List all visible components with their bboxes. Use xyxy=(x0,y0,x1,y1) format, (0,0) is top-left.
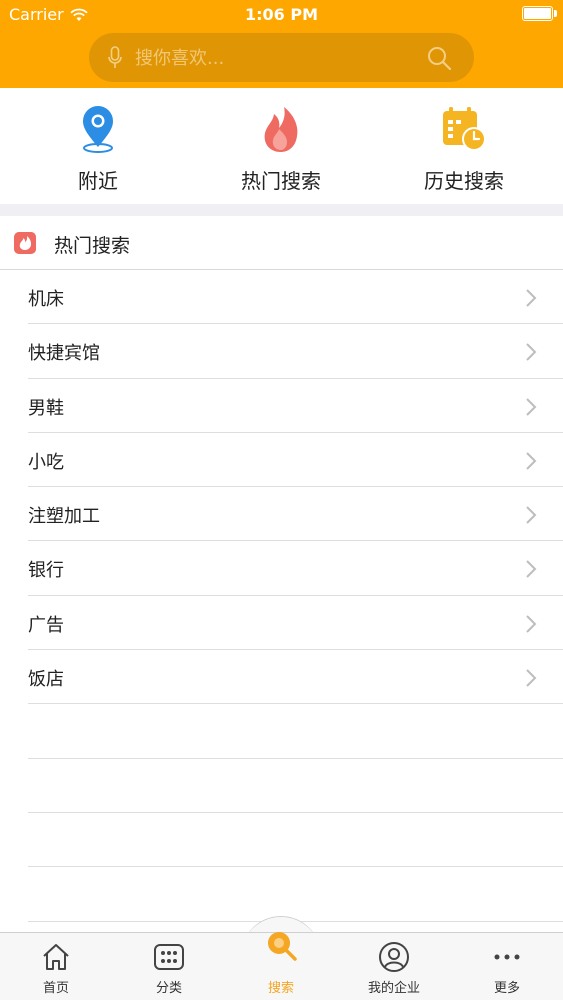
list-item[interactable]: 注塑加工 xyxy=(0,487,563,542)
quick-history-search[interactable]: 历史搜索 xyxy=(370,88,558,204)
quick-hot-search-label: 热门搜索 xyxy=(241,169,321,193)
tab-category-label: 分类 xyxy=(155,981,182,996)
home-icon xyxy=(43,944,69,970)
hot-search-title: 热门搜索 xyxy=(54,235,131,257)
list-item-label: 小吃 xyxy=(28,451,64,473)
calendar-clock-icon xyxy=(443,107,486,151)
quick-history-search-label: 历史搜索 xyxy=(424,169,504,193)
empty-row xyxy=(0,813,563,868)
list-item[interactable]: 小吃 xyxy=(0,433,563,488)
battery-tip xyxy=(554,10,557,17)
empty-row xyxy=(0,759,563,814)
chevron-right-icon xyxy=(526,397,537,416)
header: Carrier 1:06 PM xyxy=(0,0,563,88)
search-icon xyxy=(268,932,297,961)
tab-more[interactable]: 更多 xyxy=(451,933,563,1000)
grid-dots-icon xyxy=(154,944,184,970)
chevron-right-icon xyxy=(526,343,537,362)
list-item-label: 银行 xyxy=(28,560,64,582)
tab-my-company-label: 我的企业 xyxy=(367,981,420,996)
chevron-right-icon xyxy=(526,506,537,524)
list-item-label: 快捷宾馆 xyxy=(28,343,100,365)
location-pin-icon xyxy=(83,106,113,153)
list-item[interactable]: 机床 xyxy=(0,270,563,325)
list-item[interactable]: 饭店 xyxy=(0,650,563,705)
list-item-label: 广告 xyxy=(28,614,64,636)
tab-bar: 首页 分类 搜索 我的企业 更多 xyxy=(0,932,563,1000)
tab-category[interactable]: 分类 xyxy=(113,933,225,1000)
search-icon[interactable] xyxy=(426,45,452,71)
list-item[interactable]: 银行 xyxy=(0,541,563,597)
search-input[interactable] xyxy=(135,43,415,73)
section-divider xyxy=(0,204,563,216)
chevron-right-icon xyxy=(526,289,537,307)
quick-nearby-label: 附近 xyxy=(78,169,118,193)
tab-my-company[interactable]: 我的企业 xyxy=(338,933,450,1000)
list-item[interactable]: 快捷宾馆 xyxy=(0,324,563,379)
status-bar: Carrier 1:06 PM xyxy=(0,0,563,30)
tab-more-label: 更多 xyxy=(493,981,520,996)
user-icon xyxy=(379,942,409,972)
tab-home-label: 首页 xyxy=(42,981,69,996)
tab-search-label: 搜索 xyxy=(267,981,294,996)
chevron-right-icon xyxy=(526,669,537,687)
flame-icon xyxy=(264,107,298,152)
chevron-right-icon xyxy=(526,615,537,633)
list-item[interactable]: 男鞋 xyxy=(0,379,563,434)
battery-icon xyxy=(522,6,553,21)
list-item-label: 饭店 xyxy=(28,669,64,691)
more-dots-icon xyxy=(494,954,520,960)
quick-hot-search[interactable]: 热门搜索 xyxy=(187,88,375,204)
empty-row xyxy=(0,867,563,922)
hot-search-list: 机床 快捷宾馆 男鞋 小吃 注塑加工 银行 广告 饭店 xyxy=(0,270,563,922)
quick-nearby[interactable]: 附近 xyxy=(4,88,192,204)
empty-row xyxy=(0,704,563,759)
chevron-right-icon xyxy=(526,452,537,470)
chevron-right-icon xyxy=(526,560,537,579)
hot-search-header: 热门搜索 xyxy=(0,216,563,270)
clock: 1:06 PM xyxy=(244,5,318,24)
list-item-label: 注塑加工 xyxy=(28,506,100,528)
microphone-icon[interactable] xyxy=(107,46,123,70)
list-item[interactable]: 广告 xyxy=(0,596,563,651)
tab-search[interactable]: 搜索 xyxy=(225,932,337,1000)
quick-actions: 附近 热门搜索 历史搜索 xyxy=(0,88,563,204)
search-bar[interactable] xyxy=(89,33,474,82)
tab-home[interactable]: 首页 xyxy=(0,933,112,1000)
list-item-label: 机床 xyxy=(28,289,64,310)
flame-badge-icon xyxy=(14,232,36,254)
list-item-label: 男鞋 xyxy=(28,397,64,419)
